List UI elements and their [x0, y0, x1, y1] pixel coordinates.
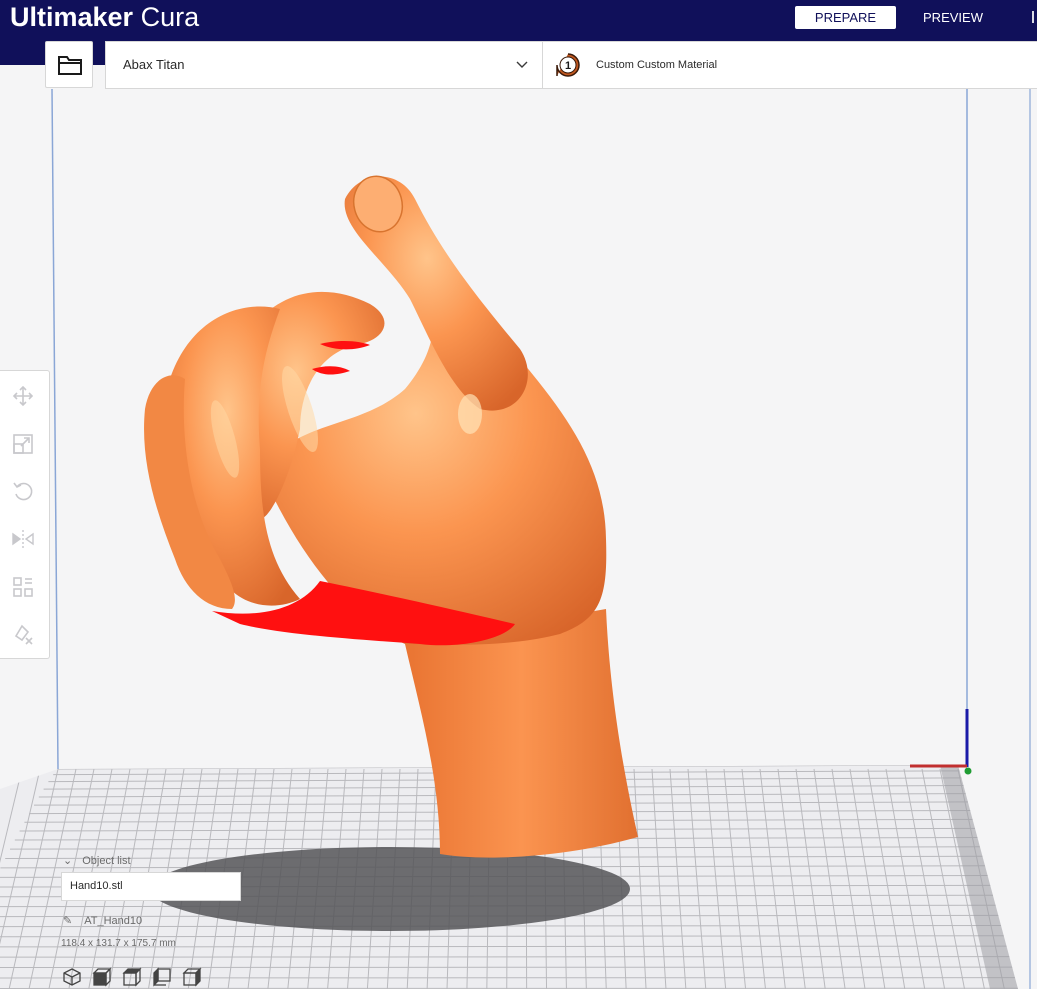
extruder-badge-icon: 1 [556, 53, 580, 77]
camera-view-buttons [62, 967, 212, 987]
mirror-tool[interactable] [11, 527, 35, 551]
support-blocker-icon [14, 624, 33, 645]
material-selector[interactable]: 1 Custom Custom Material [543, 42, 1037, 88]
printer-material-bar: Abax Titan 1 Custom Custom Material [105, 41, 1037, 89]
object-dimensions: 118.4 x 131.7 x 175.7 mm [61, 938, 176, 949]
extruder-number: 1 [565, 60, 571, 72]
folder-icon [58, 56, 82, 75]
rotate-tool[interactable] [11, 479, 35, 503]
axis-y [964, 767, 972, 775]
support-blocker-tool[interactable] [11, 622, 35, 646]
right-view-icon[interactable] [182, 967, 202, 987]
3d-viewport[interactable] [0, 89, 1037, 989]
chevron-down-icon [516, 61, 528, 68]
object-list-label: Object list [82, 855, 131, 867]
left-view-icon[interactable] [152, 967, 172, 987]
move-icon [12, 385, 34, 407]
tab-preview[interactable]: PREVIEW [904, 6, 1002, 29]
app-title: Ultimaker Cura [10, 1, 199, 33]
object-list-toggle[interactable]: ⌄ Object list [63, 854, 131, 867]
tool-panel [0, 370, 50, 659]
scale-tool[interactable] [11, 432, 35, 456]
pencil-icon: ✎ [63, 915, 73, 927]
top-view-icon[interactable] [122, 967, 142, 987]
3d-view-icon[interactable] [62, 967, 82, 987]
chevron-down-icon: ⌄ [63, 855, 73, 867]
object-list-item[interactable]: Hand10.stl [70, 880, 123, 892]
open-file-button[interactable] [45, 41, 93, 88]
hand-model [144, 175, 638, 858]
object-name: AT_Hand10 [84, 915, 143, 927]
app-brand: Ultimaker [10, 2, 134, 32]
tab-monitor-partial[interactable] [1032, 11, 1035, 23]
object-name-editor[interactable]: ✎ AT_Hand10 [63, 914, 142, 927]
per-model-settings-icon [13, 577, 33, 597]
object-list[interactable]: Hand10.stl [61, 872, 241, 901]
material-name: Custom Custom Material [596, 59, 718, 71]
front-view-icon[interactable] [92, 967, 112, 987]
tab-prepare[interactable]: PREPARE [795, 6, 896, 29]
rotate-icon [13, 482, 33, 501]
scale-icon [13, 434, 33, 454]
printer-name: Abax Titan [123, 57, 185, 72]
build-volume-scene [0, 89, 1031, 989]
printer-selector[interactable]: Abax Titan [106, 42, 542, 88]
per-model-settings-tool[interactable] [11, 575, 35, 599]
mirror-icon [12, 530, 34, 548]
app-product: Cura [140, 2, 200, 32]
move-tool[interactable] [11, 384, 35, 408]
